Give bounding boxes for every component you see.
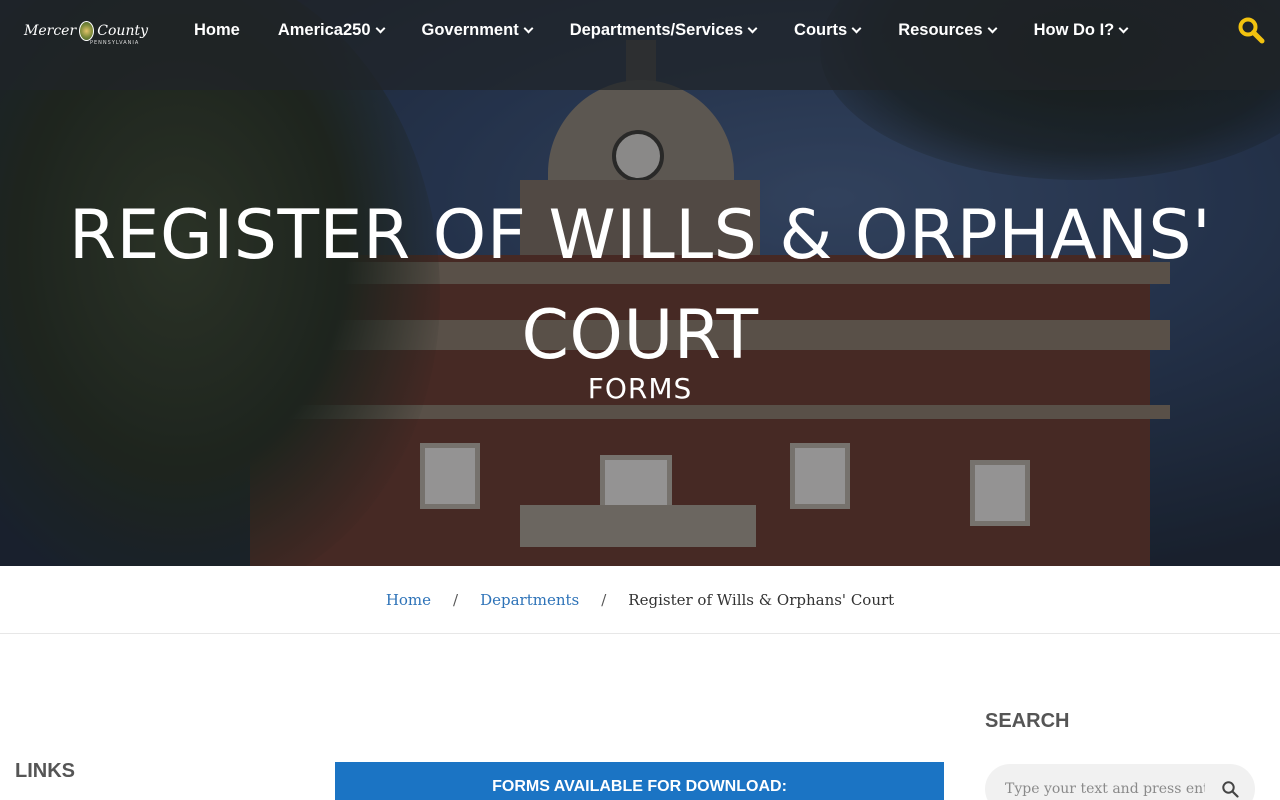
nav-label: Home <box>194 20 240 39</box>
search-icon[interactable] <box>1237 16 1265 44</box>
chevron-down-icon <box>375 23 385 33</box>
breadcrumb-separator: / <box>453 590 459 609</box>
nav-label: America250 <box>277 20 371 39</box>
page-subtitle: FORMS <box>587 372 693 405</box>
nav-bar-background <box>0 0 1280 90</box>
chevron-down-icon <box>1118 23 1129 33</box>
chevron-down-icon <box>851 23 862 33</box>
nav-item-home[interactable]: Home <box>194 21 240 40</box>
sidebar-search-box <box>985 764 1255 800</box>
forms-download-banner: FORMS AVAILABLE FOR DOWNLOAD: <box>335 762 944 800</box>
search-icon[interactable] <box>1221 780 1239 798</box>
breadcrumb: Home / Departments / Register of Wills &… <box>0 566 1280 634</box>
nav-label: Resources <box>898 20 983 39</box>
nav-item-departments-services[interactable]: Departments/Services <box>569 20 758 40</box>
nav-label: How Do I? <box>1033 20 1115 39</box>
logo-text-right: County <box>97 23 148 39</box>
nav-label: Government <box>421 20 519 39</box>
chevron-down-icon <box>987 23 998 33</box>
breadcrumb-separator: / <box>601 590 607 609</box>
hero-banner: Mercer County PENNSYLVANIA Home America2… <box>0 0 1280 566</box>
nav-item-courts[interactable]: Courts <box>794 20 862 40</box>
main-navigation: Home America250 Government Departments/S… <box>180 17 1165 43</box>
search-input[interactable] <box>1005 781 1205 797</box>
nav-label: Courts <box>794 20 848 39</box>
nav-item-america250[interactable]: America250 <box>277 20 385 40</box>
breadcrumb-departments-link[interactable]: Departments <box>480 591 579 609</box>
breadcrumb-home-link[interactable]: Home <box>386 591 431 609</box>
chevron-down-icon <box>523 23 534 33</box>
breadcrumb-current: Register of Wills & Orphans' Court <box>628 590 895 609</box>
nav-item-how-do-i[interactable]: How Do I? <box>1033 20 1129 40</box>
chevron-down-icon <box>747 23 758 33</box>
page-title-line-1: REGISTER OF WILLS & ORPHANS' <box>68 196 1212 275</box>
nav-item-resources[interactable]: Resources <box>898 20 998 40</box>
logo-text-left: Mercer <box>24 23 77 39</box>
nav-label: Departments/Services <box>569 20 744 39</box>
logo-subtext: PENNSYLVANIA <box>90 40 140 46</box>
county-seal-icon <box>79 21 95 41</box>
links-heading: LINKS <box>15 760 75 782</box>
site-logo[interactable]: Mercer County PENNSYLVANIA <box>24 14 148 48</box>
page-title-line-2: COURT <box>521 296 759 375</box>
nav-item-government[interactable]: Government <box>421 20 534 40</box>
page-title: REGISTER OF WILLS & ORPHANS' COURT <box>0 186 1280 386</box>
sidebar-search-heading: SEARCH <box>985 710 1070 732</box>
